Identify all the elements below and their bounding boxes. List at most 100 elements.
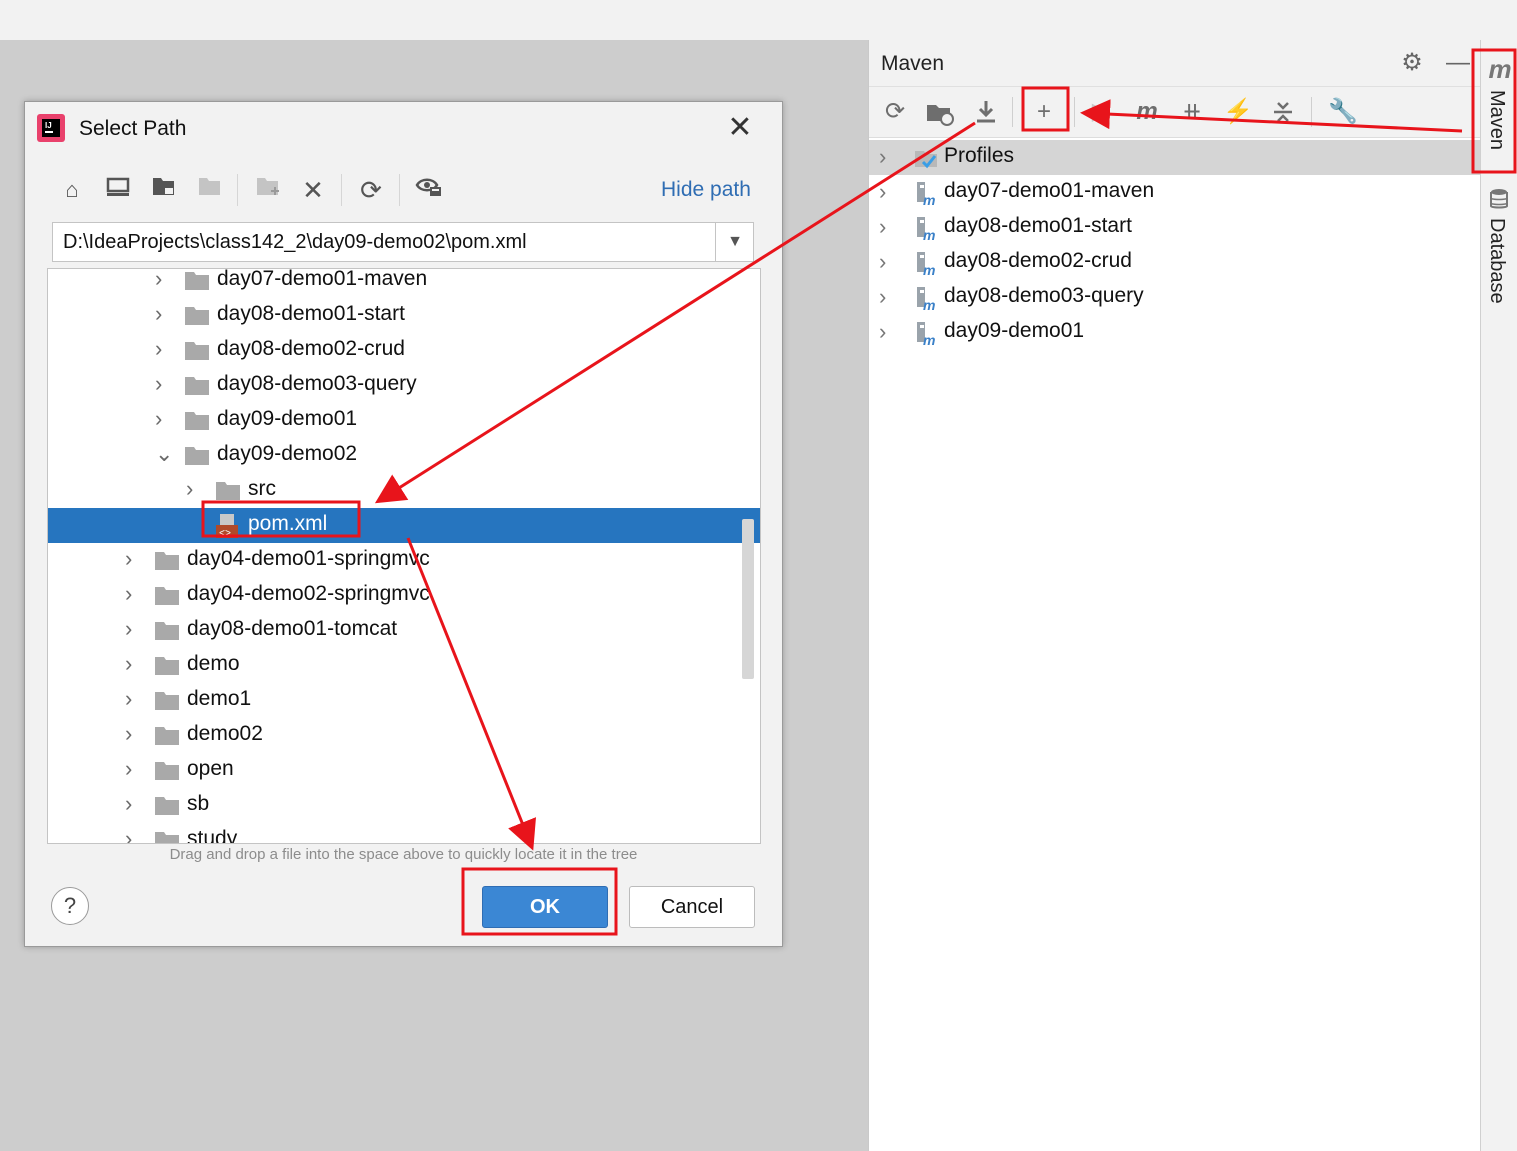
tree-folder-row[interactable]: › day08-demo01-start (48, 298, 760, 333)
generate-sources-icon[interactable] (923, 95, 957, 129)
folder-icon (155, 797, 179, 815)
maven-side-tab[interactable]: Maven (1485, 90, 1508, 150)
maven-module-icon: m (913, 285, 939, 313)
folder-icon (155, 657, 179, 675)
tree-item-label: day04-demo02-springmvc (187, 582, 430, 605)
chevron-right-icon[interactable]: › (125, 651, 145, 677)
minimize-icon[interactable]: — (1443, 48, 1473, 78)
chevron-right-icon[interactable]: › (879, 319, 899, 345)
tree-scrollbar[interactable] (742, 519, 754, 679)
cancel-button[interactable]: Cancel (629, 886, 755, 928)
tree-folder-row[interactable]: › study (48, 823, 760, 843)
database-side-tab[interactable]: Database (1485, 218, 1508, 304)
tree-folder-row[interactable]: › day08-demo02-crud (48, 333, 760, 368)
chevron-right-icon[interactable]: › (879, 214, 899, 240)
chevron-down-icon[interactable]: ⌄ (155, 441, 175, 467)
folder-icon (185, 412, 209, 430)
toggle-offline-icon[interactable]: ⧺ (1175, 95, 1209, 129)
tree-folder-row[interactable]: › day04-demo02-springmvc (48, 578, 760, 613)
chevron-right-icon[interactable]: › (125, 826, 145, 843)
tree-folder-row[interactable]: › sb (48, 788, 760, 823)
tree-folder-row[interactable]: › src (48, 473, 760, 508)
svg-text:IJ: IJ (45, 121, 52, 130)
maven-project-row[interactable]: › m day07-demo01-maven (869, 175, 1481, 210)
new-folder-icon[interactable] (253, 174, 285, 206)
run-icon[interactable]: ▶ (1084, 95, 1118, 129)
chevron-right-icon[interactable]: › (879, 144, 899, 170)
tree-folder-row[interactable]: › demo (48, 648, 760, 683)
show-hidden-icon[interactable] (413, 174, 445, 206)
tree-item-label: day08-demo03-query (217, 372, 417, 395)
chevron-right-icon[interactable]: › (155, 269, 175, 292)
tree-folder-row[interactable]: › day09-demo01 (48, 403, 760, 438)
collapse-all-icon[interactable] (1266, 95, 1300, 129)
maven-profiles-row[interactable]: › Profiles (869, 140, 1481, 175)
chevron-right-icon[interactable]: › (879, 179, 899, 205)
module-folder-icon[interactable] (194, 174, 226, 206)
profiles-icon (913, 145, 939, 171)
folder-icon (185, 272, 209, 290)
maven-tool-window: Maven ⚙ — ⟳ + ▶ m ⧺ ⚡ 🔧 › Profiles › m day07… (868, 40, 1481, 1151)
desktop-icon[interactable] (102, 174, 134, 206)
maven-item-label: day08-demo01-start (944, 214, 1132, 237)
chevron-right-icon[interactable]: › (879, 284, 899, 310)
chevron-right-icon[interactable]: › (125, 756, 145, 782)
help-button[interactable]: ? (51, 887, 89, 925)
chevron-right-icon[interactable]: › (125, 616, 145, 642)
chevron-right-icon[interactable]: › (155, 371, 175, 397)
home-icon[interactable]: ⌂ (56, 174, 88, 206)
maven-project-row[interactable]: › m day08-demo01-start (869, 210, 1481, 245)
delete-icon[interactable]: ✕ (297, 174, 329, 206)
database-icon[interactable] (1489, 188, 1509, 210)
folder-icon (155, 762, 179, 780)
ok-button[interactable]: OK (482, 886, 608, 928)
tree-folder-row[interactable]: › open (48, 753, 760, 788)
reload-icon[interactable]: ⟳ (878, 95, 912, 129)
tree-item-label: src (248, 477, 276, 500)
tree-folder-row[interactable]: › demo1 (48, 683, 760, 718)
maven-item-label: day09-demo01 (944, 319, 1085, 342)
chevron-right-icon[interactable]: › (879, 249, 899, 275)
right-tool-strip: m Maven Database (1480, 40, 1517, 1151)
maven-project-row[interactable]: › m day08-demo03-query (869, 280, 1481, 315)
chevron-right-icon[interactable]: › (186, 476, 206, 502)
chevron-right-icon[interactable]: › (125, 721, 145, 747)
tree-folder-row[interactable]: › day04-demo01-springmvc (48, 543, 760, 578)
chevron-right-icon[interactable]: › (125, 686, 145, 712)
tree-folder-row[interactable]: › day08-demo03-query (48, 368, 760, 403)
refresh-icon[interactable]: ⟳ (355, 174, 387, 206)
chevron-right-icon[interactable]: › (125, 791, 145, 817)
execute-goal-icon[interactable]: m (1130, 95, 1164, 129)
project-folder-icon[interactable] (148, 174, 180, 206)
close-icon[interactable]: ✕ (725, 110, 755, 146)
chevron-right-icon[interactable]: › (155, 301, 175, 327)
maven-logo-icon[interactable]: m (1486, 54, 1514, 85)
skip-tests-icon[interactable]: ⚡ (1221, 95, 1255, 129)
settings-wrench-icon[interactable]: 🔧 (1326, 95, 1360, 129)
folder-icon (155, 692, 179, 710)
tree-folder-row[interactable]: › day08-demo01-tomcat (48, 613, 760, 648)
path-input[interactable] (53, 223, 713, 261)
chevron-right-icon[interactable]: › (125, 581, 145, 607)
gear-icon[interactable]: ⚙ (1397, 48, 1427, 78)
maven-title: Maven (881, 52, 945, 75)
chevron-right-icon[interactable]: › (155, 406, 175, 432)
chevron-down-icon[interactable]: ▼ (715, 223, 754, 261)
maven-project-row[interactable]: › m day08-demo02-crud (869, 245, 1481, 280)
folder-icon (155, 587, 179, 605)
svg-text:m: m (923, 262, 935, 276)
tree-folder-row[interactable]: ⌄ day09-demo02 (48, 438, 760, 473)
download-icon[interactable] (969, 95, 1003, 129)
tree-folder-row[interactable]: › day07-demo01-maven (48, 269, 760, 298)
tree-folder-row[interactable]: › demo02 (48, 718, 760, 753)
chevron-right-icon[interactable]: › (125, 546, 145, 572)
add-icon[interactable]: + (1027, 95, 1061, 129)
folder-icon (185, 447, 209, 465)
tree-item-label: demo1 (187, 687, 252, 710)
maven-module-icon: m (913, 320, 939, 348)
maven-project-row[interactable]: › m day09-demo01 (869, 315, 1481, 350)
tree-file-row[interactable]: <> pom.xml (48, 508, 760, 543)
svg-text:m: m (923, 297, 935, 311)
hide-path-link[interactable]: Hide path (661, 178, 751, 202)
chevron-right-icon[interactable]: › (155, 336, 175, 362)
